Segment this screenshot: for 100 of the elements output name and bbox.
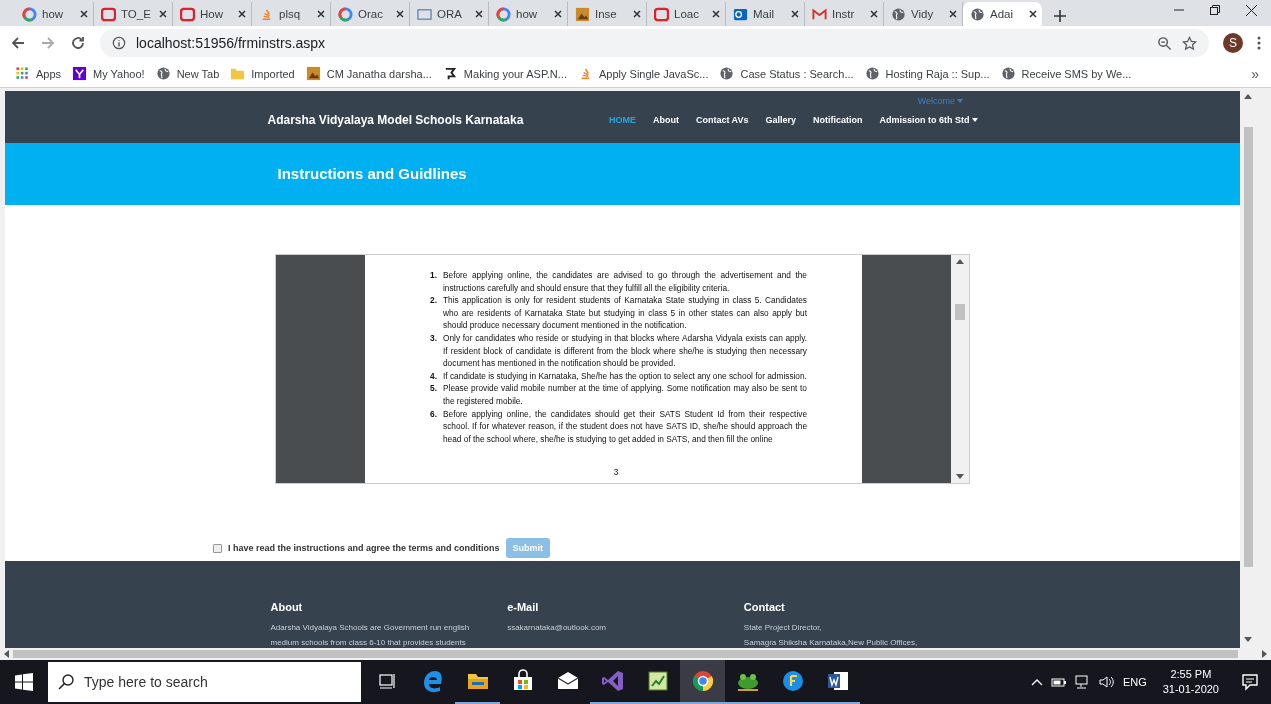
search-icon [58,674,74,690]
scroll-down-icon [1244,637,1252,642]
footer-heading: Contact [743,601,786,613]
close-icon [475,10,483,18]
globe-icon [864,66,880,81]
bookmark[interactable]: Receive SMS by We... [1000,66,1132,81]
chevron-up-icon [1030,678,1043,686]
speaker-icon [1098,675,1115,689]
nav-link[interactable]: Gallery [765,115,796,125]
browser-tab[interactable]: How [173,2,252,26]
browser-tab[interactable]: Inse [568,2,647,26]
scroll-right-icon [1262,650,1267,658]
bookmarks-overflow-button[interactable]: » [1251,65,1259,82]
star-icon [1182,35,1197,51]
bookmark[interactable]: Imported [230,66,295,81]
browser-tab[interactable]: plsq [252,2,331,26]
browser-tab[interactable]: how [15,2,94,26]
scroll-up-icon [1244,94,1252,99]
document-icon [825,669,850,693]
close-icon [712,10,720,18]
footer-text: Samagra Shiksha Karnataka,New Public Offices, [743,636,919,648]
nav-link[interactable]: Admission to 6th Std [879,115,978,125]
language-indicator[interactable]: ENG [1122,676,1147,688]
browser-tab[interactable]: Adai [963,2,1042,26]
close-icon [949,10,957,18]
close-icon [1246,4,1257,16]
footer-text: medium schools from class 6-10 that provides students [270,636,467,648]
page-heading: Instructions and Guidlines [276,164,468,182]
plus-icon [1054,10,1066,22]
browser-tab[interactable]: how [489,2,568,26]
windows-logo-icon [15,673,33,691]
taskbar-search-field[interactable]: Type here to search [48,662,361,702]
list-number: 6. [429,407,437,421]
picture-icon [575,6,590,22]
bookmark[interactable]: New Tab [155,66,220,81]
close-icon [870,10,878,18]
browser-tab[interactable]: Orac [331,2,410,26]
envelope-icon [812,6,827,22]
scroll-left-icon [4,650,9,658]
forward-arrow-icon [40,35,56,51]
checkbox-label: I have read the instructions and agree the terms and conditions [228,543,500,553]
nav-link[interactable]: Notification [813,115,863,125]
bookmark[interactable]: Making your ASP.N... [442,66,567,81]
globe-icon [719,66,735,81]
footer-heading: About [270,601,304,613]
close-icon [317,10,325,18]
bookmark[interactable]: Hosting Raja :: Sup... [864,66,990,81]
ring-icon [22,6,37,22]
apps-grid-icon [16,66,30,81]
taskbar-app[interactable] [680,660,725,704]
site-title[interactable]: Adarsha Vidyalaya Model Schools Karnataka [267,113,524,127]
ring-icon [496,6,511,22]
nav-link[interactable]: Contact AVs [695,115,749,125]
scrollbar-thumb[interactable] [1243,127,1253,567]
browser-tab[interactable]: Mail [726,2,805,26]
browser-tab[interactable]: Instr [805,2,884,26]
globe-icon [970,6,985,22]
square-icon [417,6,432,22]
globe-icon [1000,66,1016,81]
close-icon [633,10,641,18]
nav-link[interactable]: About [652,115,679,125]
footer-heading: e-Mail [507,601,540,613]
zoom-icon [1157,35,1172,51]
list-number: 3. [429,331,437,345]
instruction-text: Please provide valid mobile number at the time of applying. Some notification may also be sent to the registered mobile. [443,382,807,408]
circle-icon [780,669,805,693]
network-icon [1074,675,1091,689]
agree-checkbox[interactable] [213,543,222,553]
list-number: 4. [429,369,437,383]
footer-text: State Project Director, [743,622,823,634]
close-icon [554,10,562,18]
close-icon [396,10,404,18]
scroll-up-icon [956,259,964,264]
profile-avatar[interactable]: S [1223,33,1243,53]
address-bar[interactable]: localhost:51956/frminstrs.aspx [100,29,1209,57]
ring-icon [338,6,353,22]
bookmark[interactable]: My Yahoo! [72,66,145,81]
nav-link[interactable]: HOME [608,115,636,125]
browser-tab[interactable]: Vidy [884,2,963,26]
browser-tab[interactable]: TO_E [94,2,173,26]
browser-tab[interactable]: Loac [647,2,726,26]
task-view-icon [377,671,398,691]
list-number: 2. [429,294,437,308]
scrollbar-thumb[interactable] [955,304,965,320]
browser-tab[interactable]: ORA [410,2,489,26]
bookmark[interactable]: Apps [16,66,62,81]
clock[interactable]: 2:55 PM 31-01-2020 [1162,667,1219,697]
ring-icon [654,6,669,22]
globe-icon [891,6,906,22]
picture-icon [305,66,321,81]
bookmark[interactable]: Case Status : Search... [719,66,854,81]
notepad-icon [645,669,670,693]
bookmark[interactable]: CM Janatha darsha... [305,66,432,81]
infinity-ribbon-icon [600,669,625,693]
bookmark[interactable]: Apply Single JavaSc... [578,66,709,81]
close-icon [1029,10,1037,18]
scrollbar-thumb[interactable] [13,650,1238,658]
instruction-text: This application is only for resident students of Karnataka State studying in class 5. Candidates who are residents of Karnataka State but studying in class 5 in other states can also apply but should produce necessary document mentioned in the notification. [443,294,807,332]
ring-icon [101,6,116,22]
instruction-text: Before applying online, the candidates should get their SATS Student Id from their respective school. If for whatever reason, if the student does not have SATS ID, she/he should approach the head of the school where, she/he is studying to get added in SATS, and then fill the online [443,407,807,446]
